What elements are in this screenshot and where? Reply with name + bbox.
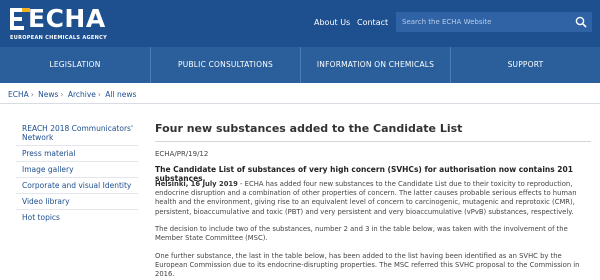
article-title: Four new substances added to the Candida… xyxy=(155,122,463,135)
sidebar-item-corporate-visual-identity[interactable]: Corporate and visual Identity xyxy=(16,178,138,194)
breadcrumb-separator: › xyxy=(97,90,101,99)
breadcrumb-separator: › xyxy=(30,90,34,99)
article-paragraph-3: One further substance, the last in the t… xyxy=(155,252,580,279)
sidebar-item-video-library[interactable]: Video library xyxy=(16,194,138,210)
nav-public-consultations[interactable]: PUBLIC CONSULTATIONS xyxy=(151,47,300,83)
nav-information-on-chemicals[interactable]: INFORMATION ON CHEMICALS xyxy=(301,47,450,83)
nav-legislation[interactable]: LEGISLATION xyxy=(0,47,150,83)
echa-logo[interactable]: ECHA EUROPEAN CHEMICALS AGENCY xyxy=(8,4,128,42)
sidebar-item-reach-communicators[interactable]: REACH 2018 Communicators' Network xyxy=(16,122,138,146)
article-dateline: Helsinki, 16 July 2019 xyxy=(155,180,238,188)
nav-support[interactable]: SUPPORT xyxy=(451,47,600,83)
press-release-id: ECHA/PR/19/12 xyxy=(155,150,209,158)
sidebar-item-image-gallery[interactable]: Image gallery xyxy=(16,162,138,178)
search-icon[interactable] xyxy=(575,16,587,28)
sidebar: REACH 2018 Communicators' Network Press … xyxy=(16,122,138,226)
breadcrumb-separator: › xyxy=(60,90,64,99)
article-paragraph-1: Helsinki, 16 July 2019 - ECHA has added … xyxy=(155,180,591,217)
article-paragraph-2: The decision to include two of the subst… xyxy=(155,225,568,243)
breadcrumb: ECHA › News › Archive › All news xyxy=(8,90,136,99)
contact-link[interactable]: Contact xyxy=(357,18,388,27)
breadcrumb-echa[interactable]: ECHA xyxy=(8,90,29,99)
article: Four new substances added to the Candida… xyxy=(155,122,591,278)
breadcrumb-divider xyxy=(0,103,600,104)
title-divider xyxy=(155,141,591,142)
site-header: ECHA EUROPEAN CHEMICALS AGENCY About Us … xyxy=(0,0,600,47)
logo-subtitle: EUROPEAN CHEMICALS AGENCY xyxy=(10,35,107,41)
about-us-link[interactable]: About Us xyxy=(314,18,350,27)
search-input[interactable] xyxy=(396,12,572,32)
breadcrumb-all-news[interactable]: All news xyxy=(105,90,136,99)
sidebar-item-press-material[interactable]: Press material xyxy=(16,146,138,162)
logo-text: ECHA xyxy=(28,4,106,33)
breadcrumb-news[interactable]: News xyxy=(38,90,58,99)
echa-logo-icon xyxy=(10,8,30,30)
main-navigation: LEGISLATION PUBLIC CONSULTATIONS INFORMA… xyxy=(0,47,600,83)
sidebar-item-hot-topics[interactable]: Hot topics xyxy=(16,210,138,226)
search-box xyxy=(396,12,592,32)
breadcrumb-archive[interactable]: Archive xyxy=(68,90,96,99)
